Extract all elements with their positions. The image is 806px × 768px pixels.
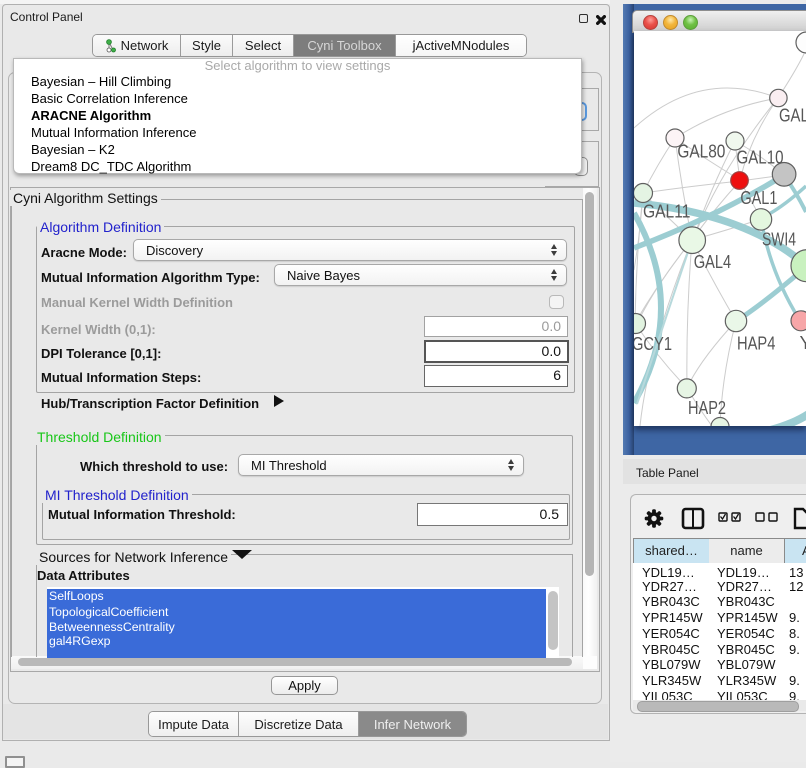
svg-text:GCY1: GCY1 [634,333,672,354]
svg-text:SWI4: SWI4 [762,228,796,249]
svg-text:HAP2: HAP2 [688,397,726,418]
svg-text:GAL10: GAL10 [737,147,784,168]
svg-text:GAL11: GAL11 [643,201,690,222]
svg-text:GAL7: GAL7 [779,104,806,125]
svg-text:Y: Y [800,332,806,353]
svg-text:GAL80: GAL80 [677,141,725,162]
svg-text:GAL4: GAL4 [694,251,731,272]
svg-text:HAP4: HAP4 [737,332,775,353]
svg-text:GAL1: GAL1 [740,187,777,208]
